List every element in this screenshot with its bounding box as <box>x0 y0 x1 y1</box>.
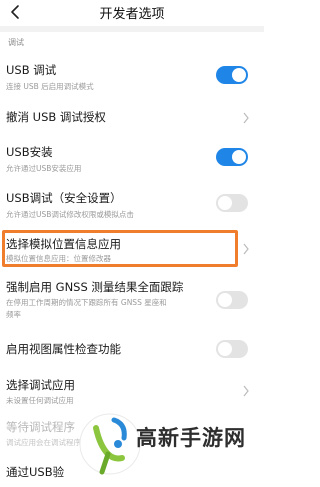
watermark-logo-icon <box>79 413 141 475</box>
page-title: 开发者选项 <box>99 7 165 22</box>
usb-secure-toggle[interactable] <box>216 194 248 212</box>
setting-title: USB调试（安全设置） <box>6 191 122 205</box>
setting-row-gnss[interactable]: 强制启用 GNSS 测量结果全面跟踪 在停用工作周期的情况下跟踪所有 GNSS … <box>0 274 264 326</box>
chevron-right-icon <box>243 243 249 255</box>
watermark: 高新手游网 <box>72 398 264 487</box>
toggle-knob <box>218 196 232 210</box>
setting-row-usb-install[interactable]: USB安装 允许通过USB安装应用 <box>0 138 264 178</box>
setting-title: 强制启用 GNSS 测量结果全面跟踪 <box>6 280 184 294</box>
toggle-knob <box>218 342 232 356</box>
setting-subtitle: 允许通过USB调试修改权限或模拟点击 <box>6 210 134 219</box>
setting-subtitle-line2: 频率 <box>6 310 21 319</box>
setting-title: 选择调试应用 <box>6 378 75 392</box>
top-bar: 开发者选项 <box>0 0 264 26</box>
toggle-knob <box>232 150 246 164</box>
setting-row-usb-debug[interactable]: USB 调试 连接 USB 后启用调试模式 <box>0 54 264 98</box>
setting-subtitle: 允许通过USB安装应用 <box>6 164 82 173</box>
usb-debug-toggle[interactable] <box>216 66 248 84</box>
usb-install-toggle[interactable] <box>216 148 248 166</box>
setting-title: 等待调试程序 <box>6 420 75 434</box>
view-attr-toggle[interactable] <box>216 340 248 358</box>
setting-row-view-attr[interactable]: 启用视图属性检查功能 <box>0 332 264 366</box>
setting-title: 启用视图属性检查功能 <box>6 342 121 356</box>
setting-row-revoke-usb-auth[interactable]: 撤消 USB 调试授权 <box>0 100 264 134</box>
chevron-right-icon <box>243 112 249 124</box>
highlight-box <box>2 230 238 267</box>
setting-title: 撤消 USB 调试授权 <box>6 110 106 124</box>
setting-subtitle: 在停用工作周期的情况下跟踪所有 GNSS 星座和 <box>6 298 167 307</box>
section-divider <box>0 26 264 32</box>
chevron-right-icon <box>243 385 249 397</box>
setting-title: 通过USB验 <box>6 465 65 479</box>
setting-subtitle: 未设置任何调试应用 <box>6 396 74 405</box>
setting-title: USB 调试 <box>6 63 57 77</box>
setting-title: USB安装 <box>6 145 53 159</box>
gnss-toggle[interactable] <box>216 291 248 309</box>
toggle-knob <box>232 68 246 82</box>
watermark-text: 高新手游网 <box>136 426 246 450</box>
toggle-knob <box>218 293 232 307</box>
setting-row-usb-secure[interactable]: USB调试（安全设置） 允许通过USB调试修改权限或模拟点击 <box>0 184 264 226</box>
setting-subtitle: 连接 USB 后启用调试模式 <box>6 82 94 91</box>
section-header-debug: 调试 <box>8 38 24 47</box>
